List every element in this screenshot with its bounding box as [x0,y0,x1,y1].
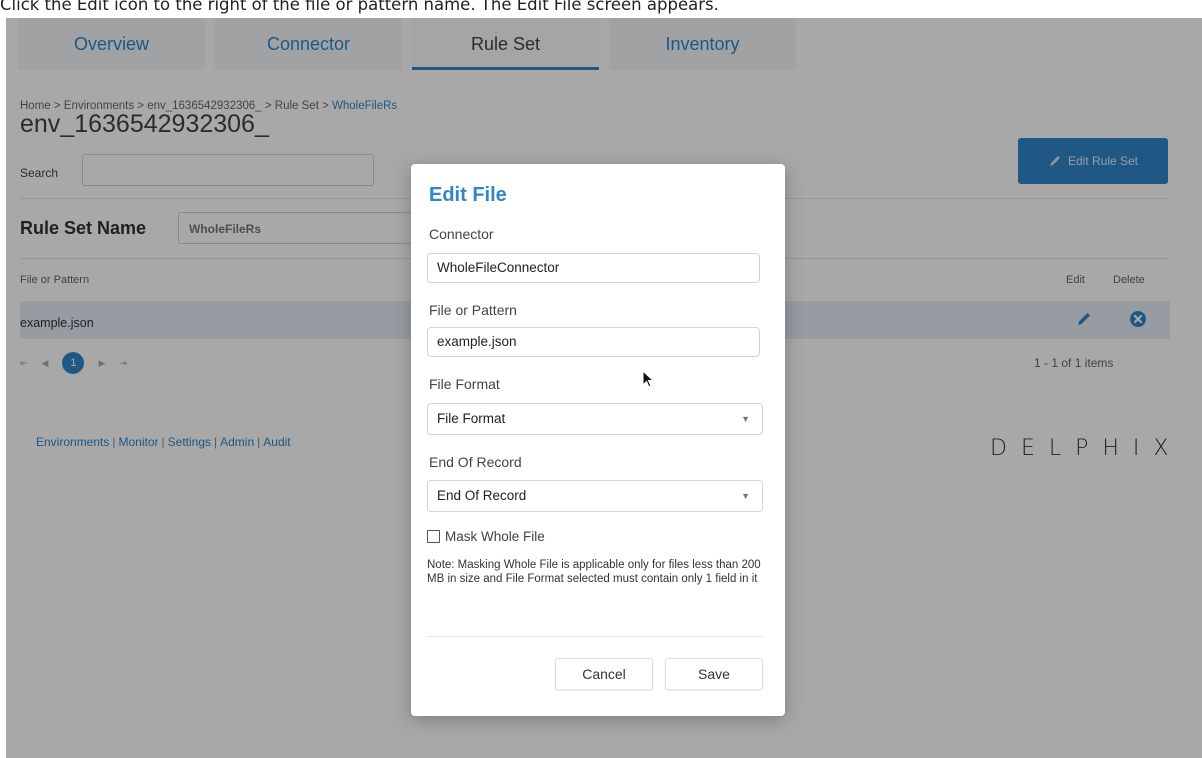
end-of-record-select[interactable]: End Of Record ▼ [427,480,763,512]
end-of-record-value: End Of Record [437,488,527,503]
file-format-label: File Format [429,376,500,392]
mask-whole-file-label: Mask Whole File [445,529,545,544]
file-or-pattern-label: File or Pattern [429,302,517,318]
edit-file-dialog: Edit File Connector WholeFileConnector F… [411,164,785,716]
connector-field[interactable]: WholeFileConnector [427,253,760,283]
connector-label: Connector [429,226,494,242]
end-of-record-label: End Of Record [429,454,522,470]
dialog-title: Edit File [429,184,507,206]
divider [427,636,763,637]
chevron-down-icon: ▼ [741,491,750,501]
mask-whole-file-checkbox[interactable] [427,530,440,543]
chevron-down-icon: ▼ [741,414,750,424]
masking-note: Note: Masking Whole File is applicable o… [427,559,761,585]
save-button[interactable]: Save [665,658,763,690]
file-format-value: File Format [437,411,506,426]
cancel-button[interactable]: Cancel [555,658,653,690]
file-or-pattern-field[interactable]: example.json [427,327,760,357]
mask-whole-file-row[interactable]: Mask Whole File [427,529,545,544]
file-format-select[interactable]: File Format ▼ [427,403,763,435]
app-frame: Overview Connector Rule Set Inventory Ho… [6,18,1202,758]
instruction-caption: Click the Edit icon to the right of the … [0,0,719,14]
mouse-pointer-icon [642,370,655,388]
